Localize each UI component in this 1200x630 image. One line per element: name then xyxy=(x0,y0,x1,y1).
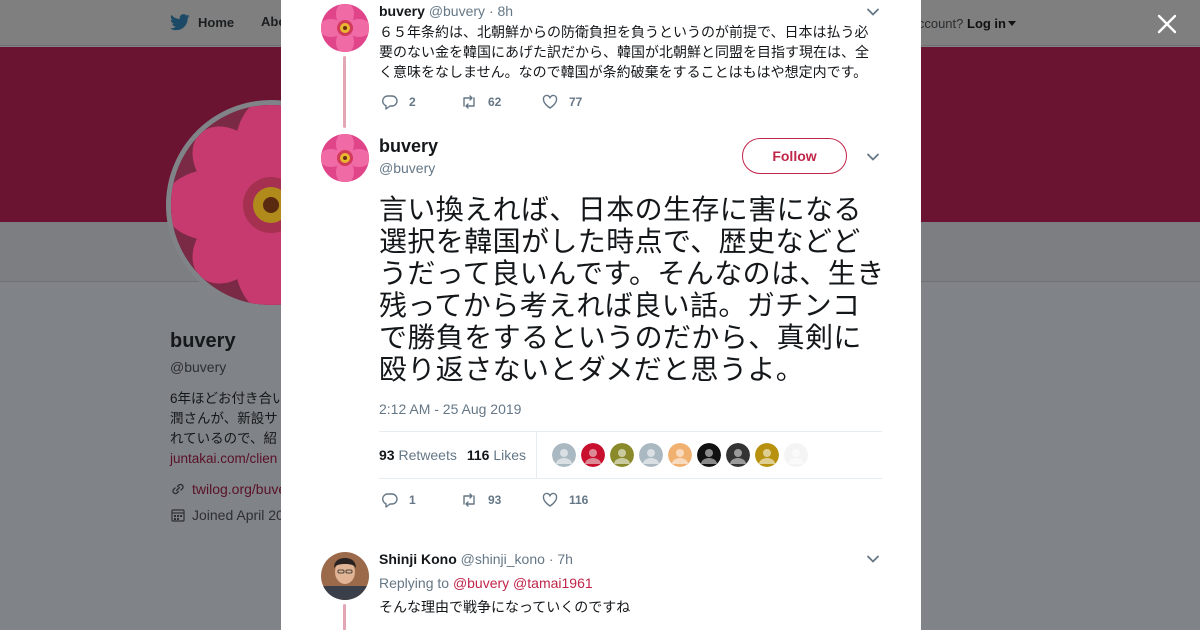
follow-button[interactable]: Follow xyxy=(742,138,847,174)
author-name[interactable]: buvery xyxy=(379,3,425,19)
account-login[interactable]: account? Log in xyxy=(911,16,1016,31)
liker-avatar-image xyxy=(784,443,808,467)
likes-stat[interactable]: 116 Likes xyxy=(467,447,526,463)
like-count: 77 xyxy=(569,95,583,109)
bio-line: れているので、紹 xyxy=(170,431,278,446)
tweet-text: そんな理由で戦争になっていくのですね xyxy=(379,599,631,615)
thread-connector xyxy=(343,56,346,128)
reply-action[interactable]: 1 xyxy=(381,491,460,509)
tweet-time[interactable]: · 7h xyxy=(549,551,573,567)
chevron-down-icon[interactable] xyxy=(866,7,880,17)
profile-handle[interactable]: @buvery xyxy=(170,359,290,375)
bio-line: 潤さんが、新設サ xyxy=(170,411,278,426)
liker-avatar-image xyxy=(726,443,750,467)
avatar[interactable] xyxy=(321,4,369,52)
caret-down-icon xyxy=(1008,21,1016,26)
website-link[interactable]: twilog.org/buve xyxy=(192,481,286,497)
person-avatar-image xyxy=(321,552,369,600)
login-link[interactable]: Log in xyxy=(967,16,1006,31)
retweet-count: 93 xyxy=(488,493,502,507)
tweet-stats: 93 Retweets 116 Likes xyxy=(379,431,882,479)
liker-avatar-image xyxy=(697,443,721,467)
avatar[interactable] xyxy=(321,134,369,182)
liker-avatar[interactable] xyxy=(552,443,576,467)
like-count: 116 xyxy=(569,493,589,507)
liker-avatar[interactable] xyxy=(639,443,663,467)
zinnia-avatar-image xyxy=(321,4,369,52)
retweets-stat[interactable]: 93 Retweets xyxy=(379,447,457,463)
heart-icon xyxy=(542,492,558,507)
tweet-time[interactable]: · 8h xyxy=(489,3,513,19)
calendar-icon xyxy=(171,509,185,522)
liker-avatar[interactable] xyxy=(726,443,750,467)
nav-home[interactable]: Home xyxy=(170,14,234,31)
like-action[interactable]: 116 xyxy=(541,491,588,509)
profile-card: buvery @buvery 6年ほどお付き合い 潤さんが、新設サ れているので… xyxy=(170,330,290,523)
liker-avatar-image xyxy=(581,443,605,467)
author-handle[interactable]: @buvery xyxy=(379,160,435,176)
twitter-bird-icon xyxy=(170,14,190,31)
profile-bio: 6年ほどお付き合い 潤さんが、新設サ れているので、紹 juntakai.com… xyxy=(170,389,290,469)
liker-avatar[interactable] xyxy=(697,443,721,467)
liker-avatar[interactable] xyxy=(610,443,634,467)
like-action[interactable]: 77 xyxy=(541,93,582,111)
retweet-icon xyxy=(463,493,475,507)
chevron-down-icon[interactable] xyxy=(866,554,880,564)
heart-icon xyxy=(542,94,558,109)
replying-to: Replying to @buvery @tamai1961 xyxy=(379,575,593,591)
retweet-action[interactable]: 93 xyxy=(460,491,541,509)
bio-link[interactable]: juntakai.com/clien xyxy=(170,449,290,469)
author-handle[interactable]: @shinji_kono xyxy=(461,551,545,567)
reply-count: 2 xyxy=(409,95,416,109)
chevron-down-icon[interactable] xyxy=(866,152,880,162)
liker-avatar[interactable] xyxy=(784,443,808,467)
liker-avatar[interactable] xyxy=(668,443,692,467)
liker-avatar-image xyxy=(610,443,634,467)
reply-count: 1 xyxy=(409,493,416,507)
liker-avatars xyxy=(547,443,808,467)
zinnia-avatar-image xyxy=(321,134,369,182)
stats-divider xyxy=(536,432,537,478)
tweet-actions: 1 93 116 xyxy=(381,491,588,509)
close-icon[interactable] xyxy=(1155,12,1179,36)
tweet-text: ６５年条約は、北朝鮮からの防衛負担を負うというのが前提で、日本は払う必要のない金… xyxy=(379,24,869,80)
profile-joined: Joined April 20 xyxy=(170,507,290,523)
joined-text: Joined April 20 xyxy=(192,507,284,523)
tweet-text: 言い換えれば、日本の生存に害になる選択を韓国がした時点で、歴史などどうだって良い… xyxy=(379,194,885,385)
tweet-header: buvery @buvery · 8h xyxy=(379,3,513,19)
like-total: 116 xyxy=(466,447,490,463)
profile-website: twilog.org/buve xyxy=(170,481,290,497)
link-icon xyxy=(172,483,184,495)
reply-icon xyxy=(382,493,398,508)
liker-avatar-image xyxy=(668,443,692,467)
tweet-actions: 2 62 77 xyxy=(381,93,582,111)
retweets-label: Retweets xyxy=(398,447,457,463)
retweet-icon xyxy=(463,95,475,109)
liker-avatar-image xyxy=(639,443,663,467)
liker-avatar[interactable] xyxy=(581,443,605,467)
author-name[interactable]: buvery xyxy=(379,136,438,157)
liker-avatar-image xyxy=(755,443,779,467)
tweet-timestamp[interactable]: 2:12 AM - 25 Aug 2019 xyxy=(379,401,521,417)
tweet-modal: buvery @buvery · 8h ６５年条約は、北朝鮮からの防衛負担を負う… xyxy=(281,0,921,630)
likes-label: Likes xyxy=(493,447,526,463)
mention-links[interactable]: @buvery @tamai1961 xyxy=(453,575,593,591)
tweet-header: Shinji Kono @shinji_kono · 7h xyxy=(379,551,573,567)
retweet-total: 93 xyxy=(379,447,395,463)
liker-avatar-image xyxy=(552,443,576,467)
nav-home-label: Home xyxy=(198,15,235,30)
liker-avatar[interactable] xyxy=(755,443,779,467)
retweet-count: 62 xyxy=(488,95,502,109)
profile-name[interactable]: buvery xyxy=(170,330,290,353)
replying-to-label: Replying to xyxy=(379,575,450,591)
author-handle[interactable]: @buvery xyxy=(429,3,485,19)
author-name[interactable]: Shinji Kono xyxy=(379,551,457,567)
reply-action[interactable]: 2 xyxy=(381,93,460,111)
thread-connector xyxy=(343,604,346,630)
bio-line: 6年ほどお付き合い xyxy=(170,391,286,406)
avatar[interactable] xyxy=(321,552,369,600)
reply-icon xyxy=(382,95,398,110)
retweet-action[interactable]: 62 xyxy=(460,93,541,111)
